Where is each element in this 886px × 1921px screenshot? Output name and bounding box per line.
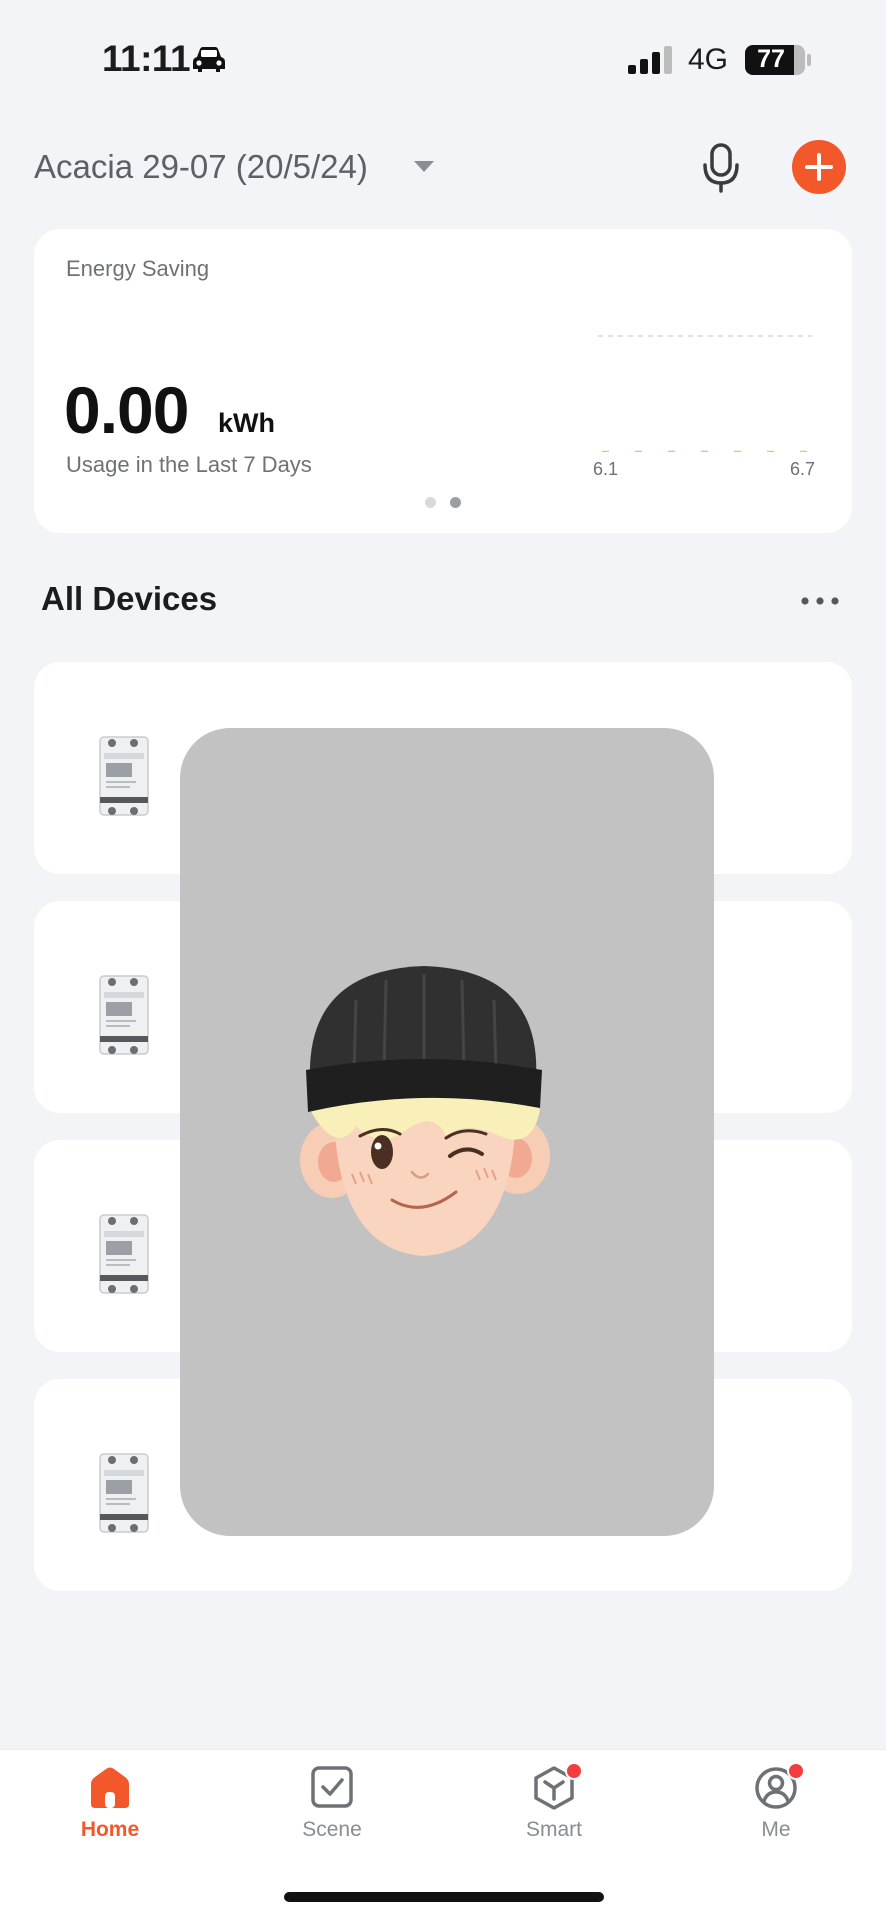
add-button[interactable] [792, 140, 846, 194]
energy-unit: kWh [218, 408, 275, 438]
tab-scene-label: Scene [302, 1818, 362, 1841]
smart-notification-badge [565, 1762, 583, 1780]
plus-icon [805, 153, 833, 181]
status-time: 11:11 [102, 38, 191, 79]
winking-avatar-icon [300, 966, 550, 1256]
energy-meter-image [99, 736, 149, 816]
battery-level: 77 [757, 45, 785, 73]
energy-card-label: Energy Saving [66, 256, 210, 281]
more-icon[interactable] [800, 596, 840, 606]
home-icon [91, 1767, 129, 1808]
tab-scene[interactable]: Scene [267, 1766, 397, 1842]
section-title: All Devices [41, 580, 218, 617]
energy-meter-image [99, 1214, 149, 1294]
chevron-down-icon[interactable] [414, 161, 434, 172]
home-selector[interactable]: Acacia 29-07 (20/5/24) [34, 148, 368, 186]
chart-x-end: 6.7 [790, 459, 816, 479]
energy-card-subtitle: Usage in the Last 7 Days [66, 452, 312, 477]
energy-meter-image [99, 975, 149, 1055]
network-label: 4G [688, 43, 729, 76]
home-indicator[interactable] [284, 1892, 604, 1902]
chart-x-start: 6.1 [593, 459, 619, 479]
page-indicator-dot-active [450, 497, 461, 508]
car-icon [193, 47, 225, 72]
me-notification-badge [787, 1762, 805, 1780]
tab-me-label: Me [761, 1818, 791, 1841]
usage-sparkline [598, 335, 812, 452]
tab-smart-label: Smart [525, 1818, 582, 1841]
tab-home-label: Home [80, 1818, 140, 1841]
signal-icon [628, 46, 672, 74]
tab-smart[interactable]: Smart [489, 1766, 619, 1842]
page-indicator-dot [425, 497, 436, 508]
energy-meter-image [99, 1453, 149, 1533]
tab-me[interactable]: Me [711, 1766, 841, 1842]
microphone-icon[interactable] [700, 143, 742, 193]
energy-value: 0.00 [64, 373, 189, 447]
tab-home[interactable]: Home [45, 1766, 175, 1842]
checkbox-icon [311, 1766, 353, 1808]
